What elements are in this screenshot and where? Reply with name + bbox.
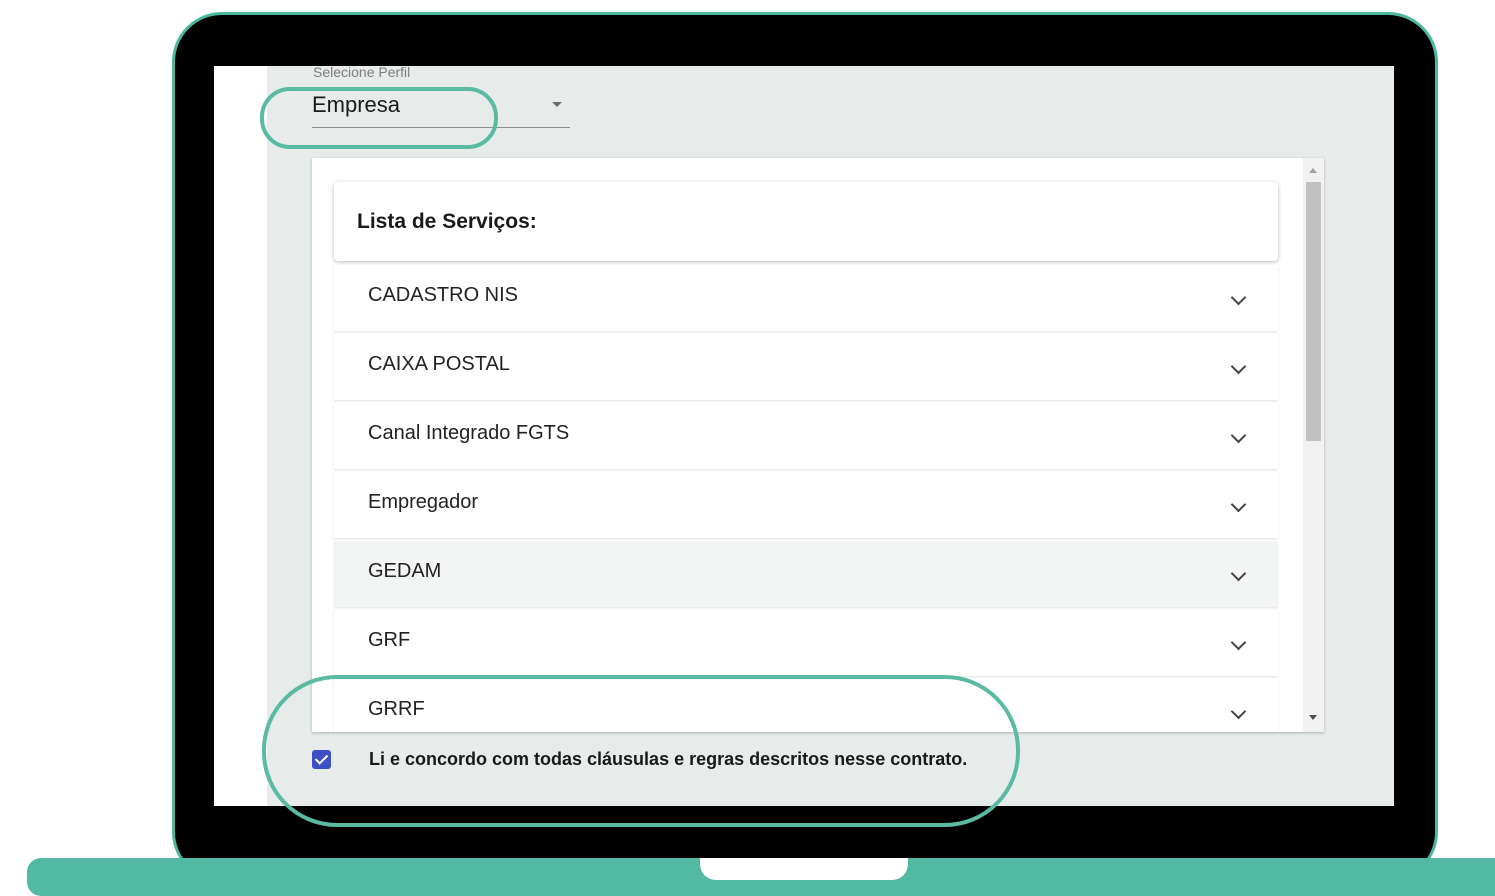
chevron-down-icon[interactable]: [1230, 634, 1247, 651]
service-item-label: GRF: [368, 629, 411, 651]
service-item-empregador[interactable]: Empregador: [334, 472, 1278, 538]
service-item-grf[interactable]: GRF: [334, 610, 1278, 676]
services-panel: Lista de Serviços: CADASTRO NIS CAIXA PO…: [312, 158, 1324, 732]
chevron-down-icon[interactable]: [1230, 703, 1247, 720]
chevron-down-icon[interactable]: [1230, 289, 1247, 306]
service-item-label: CADASTRO NIS: [368, 284, 519, 306]
services-title: Lista de Serviços:: [357, 210, 537, 233]
service-item-label: GEDAM: [368, 560, 442, 582]
service-item-cadastro-nis[interactable]: CADASTRO NIS: [334, 265, 1278, 331]
highlight-ring-profile: [260, 87, 498, 149]
scroll-down-icon[interactable]: [1309, 715, 1317, 720]
service-item-label: CAIXA POSTAL: [368, 353, 510, 375]
service-item-label: Empregador: [368, 491, 479, 513]
profile-select-label: Selecione Perfil: [313, 66, 411, 80]
services-list: CADASTRO NIS CAIXA POSTAL Canal Integrad…: [334, 265, 1278, 732]
service-item-caixa-postal[interactable]: CAIXA POSTAL: [334, 334, 1278, 400]
scroll-up-icon[interactable]: [1309, 168, 1317, 173]
chevron-down-icon[interactable]: [1230, 496, 1247, 513]
laptop-notch: [700, 858, 908, 880]
service-item-canal-integrado-fgts[interactable]: Canal Integrado FGTS: [334, 403, 1278, 469]
highlight-ring-agreement: [262, 675, 1020, 827]
chevron-down-icon[interactable]: [1230, 427, 1247, 444]
chevron-down-icon[interactable]: [1230, 358, 1247, 375]
scrollbar-thumb[interactable]: [1306, 182, 1321, 441]
service-item-gedam[interactable]: GEDAM: [334, 541, 1278, 607]
service-item-label: Canal Integrado FGTS: [368, 422, 570, 444]
services-header: Lista de Serviços:: [334, 182, 1278, 261]
caret-down-icon[interactable]: [552, 102, 562, 107]
chevron-down-icon[interactable]: [1230, 565, 1247, 582]
scrollbar[interactable]: [1303, 158, 1324, 732]
